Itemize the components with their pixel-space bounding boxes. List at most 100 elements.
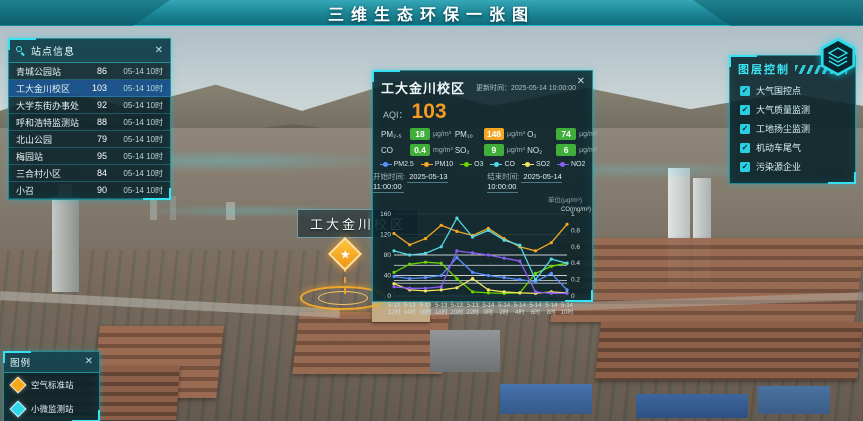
legend-label: PM2.5 xyxy=(394,161,414,168)
pollutant-name: SO₂ xyxy=(455,146,481,155)
search-icon[interactable] xyxy=(16,46,25,55)
layer-item[interactable]: ✓机动车尾气 xyxy=(738,138,847,157)
chart-legend-item[interactable]: PM10 xyxy=(421,161,453,168)
page-title: 三维生态环保一张图 xyxy=(328,1,535,25)
layer-item[interactable]: ✓大气质量监测 xyxy=(738,100,847,119)
station-time: 05-14 10时 xyxy=(111,100,163,111)
legend-panel-title: 图例 xyxy=(10,355,85,369)
station-row[interactable]: 呼和浩特监测站8805-14 10时 xyxy=(9,114,170,131)
aqi-row: AQI： 103 xyxy=(373,100,592,124)
pollutant-value-chip: 148 xyxy=(484,128,504,140)
pollutant-name: PM₁₀ xyxy=(455,130,481,139)
start-time-label: 开始时间: xyxy=(373,172,405,181)
legend-line-icon xyxy=(522,162,534,168)
scene-building xyxy=(52,196,79,292)
station-row[interactable]: 小召9005-14 10时 xyxy=(9,182,170,199)
layer-label: 污染源企业 xyxy=(756,160,801,173)
layers-glyph-icon xyxy=(826,45,850,69)
scene-warehouse xyxy=(758,386,830,414)
pollutant-unit: µg/m³ xyxy=(507,147,525,154)
chart-legend-item[interactable]: PM2.5 xyxy=(380,161,414,168)
svg-text:5-14: 5-14 xyxy=(514,303,527,309)
station-row[interactable]: 北山公园7905-14 10时 xyxy=(9,131,170,148)
svg-text:CO(mg/m³): CO(mg/m³) xyxy=(561,207,591,213)
checkbox-checked-icon[interactable]: ✓ xyxy=(740,162,750,172)
legend-label: CO xyxy=(504,161,515,168)
close-icon[interactable]: ✕ xyxy=(155,46,163,56)
checkbox-checked-icon[interactable]: ✓ xyxy=(740,105,750,115)
legend-item-label: 空气标准站 xyxy=(31,379,74,391)
chart-legend-item[interactable]: SO2 xyxy=(522,161,550,168)
pollutant-value-chip: 0.4 xyxy=(410,144,430,156)
station-row[interactable]: 梅园站9505-14 10时 xyxy=(9,148,170,165)
popup-header: 工大金川校区 更新时间：2025-05-14 10:00:00 xyxy=(373,71,592,100)
station-name: 梅园站 xyxy=(16,150,83,163)
svg-text:5-13: 5-13 xyxy=(435,303,448,309)
time-range-row: 开始时间: 2025-05-13 11:00:00 结束时间: 2025-05-… xyxy=(373,169,592,193)
marker-ground-halo-inner xyxy=(318,291,368,305)
svg-text:5-14: 5-14 xyxy=(561,303,574,309)
scene-building xyxy=(150,200,157,220)
layer-list: ✓大气国控点✓大气质量监测✓工地扬尘监测✓机动车尾气✓污染源企业 xyxy=(738,81,847,176)
pollutant-cell: PM₁₀148µg/m³ xyxy=(455,128,525,140)
chart-legend-item[interactable]: CO xyxy=(490,161,515,168)
svg-text:5-13: 5-13 xyxy=(467,303,480,309)
station-aqi: 88 xyxy=(87,117,107,127)
legend-close-icon[interactable]: ✕ xyxy=(85,357,93,367)
svg-text:12时: 12时 xyxy=(388,308,401,316)
station-time: 05-14 10时 xyxy=(111,151,163,162)
svg-text:160: 160 xyxy=(380,211,391,218)
pollutant-value-chip: 74 xyxy=(556,128,576,140)
station-row[interactable]: 大学东街办事处9205-14 10时 xyxy=(9,97,170,114)
station-aqi: 90 xyxy=(87,185,107,195)
pollutant-unit: µg/m³ xyxy=(433,131,451,138)
pollutant-value-chip: 6 xyxy=(556,144,576,156)
station-aqi: 84 xyxy=(87,168,107,178)
station-panel-title: 站点信息 xyxy=(31,43,149,58)
scene-warehouse xyxy=(500,384,592,414)
layer-item[interactable]: ✓ 污染源企业 xyxy=(738,157,847,176)
svg-text:16时: 16时 xyxy=(419,308,432,316)
layer-label: 工地扬尘监测 xyxy=(756,122,810,135)
station-aqi: 79 xyxy=(87,134,107,144)
title-bar: 三维生态环保一张图 xyxy=(0,0,863,26)
pollutant-name: CO xyxy=(381,146,407,155)
svg-text:5-14: 5-14 xyxy=(529,303,542,309)
aqi-label: AQI： xyxy=(383,108,408,121)
legend-item-label: 小微监测站 xyxy=(31,403,74,415)
svg-text:4时: 4时 xyxy=(515,308,524,316)
pollutant-unit: µg/m³ xyxy=(579,131,597,138)
station-row[interactable]: 青城公园站8605-14 10时 xyxy=(9,63,170,80)
chart-legend-item[interactable]: O3 xyxy=(460,161,483,168)
svg-text:120: 120 xyxy=(380,232,391,239)
checkbox-checked-icon[interactable]: ✓ xyxy=(740,124,750,134)
marker-glyph-icon: ★ xyxy=(340,248,351,260)
popup-close-icon[interactable]: ✕ xyxy=(577,77,585,87)
station-row[interactable]: 三合村小区8405-14 10时 xyxy=(9,165,170,182)
layer-item[interactable]: ✓ 工地扬尘监测 xyxy=(738,119,847,138)
layers-hexagon-icon[interactable] xyxy=(819,38,857,76)
station-time: 05-14 10时 xyxy=(111,66,163,77)
legend-line-icon xyxy=(460,162,472,168)
station-name: 北山公园 xyxy=(16,133,83,146)
station-detail-popup: ✕ 工大金川校区 更新时间：2025-05-14 10:00:00 AQI： 1… xyxy=(372,70,593,302)
svg-text:5-13: 5-13 xyxy=(451,303,464,309)
svg-text:5-14: 5-14 xyxy=(498,303,511,309)
chart-legend-item[interactable]: NO2 xyxy=(557,161,585,168)
svg-text:18时: 18时 xyxy=(435,308,448,316)
layer-item[interactable]: ✓大气国控点 xyxy=(738,81,847,100)
legend-diamond-icon xyxy=(10,377,27,394)
svg-text:0.2: 0.2 xyxy=(571,277,580,284)
checkbox-checked-icon[interactable]: ✓ xyxy=(740,143,750,153)
station-name: 大学东街办事处 xyxy=(16,99,83,112)
station-row[interactable]: 工大金川校区10305-14 10时 xyxy=(9,80,170,97)
legend-item: 空气标准站 xyxy=(4,373,99,397)
station-name: 三合村小区 xyxy=(16,167,83,180)
pollutant-cell: SO₂9µg/m³ xyxy=(455,144,525,156)
checkbox-checked-icon[interactable]: ✓ xyxy=(740,86,750,96)
pollutant-cell: NO₂6µg/m³ xyxy=(527,144,597,156)
station-time: 05-14 10时 xyxy=(111,117,163,128)
pollutant-value-chip: 18 xyxy=(410,128,430,140)
svg-text:0.6: 0.6 xyxy=(571,244,580,251)
station-list-panel: 站点信息 ✕ 青城公园站8605-14 10时工大金川校区10305-14 10… xyxy=(8,38,171,200)
